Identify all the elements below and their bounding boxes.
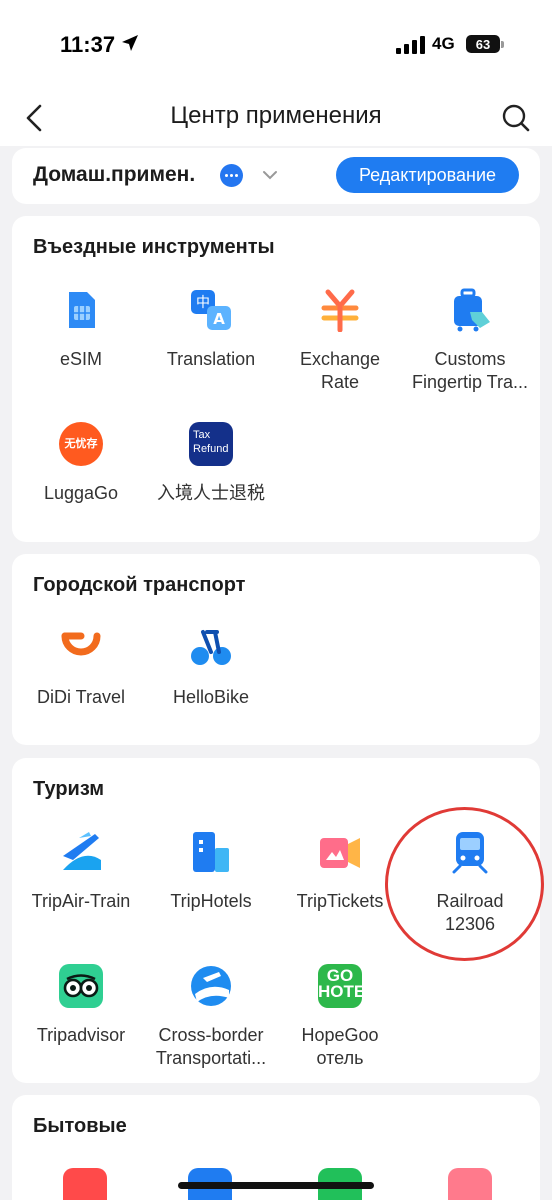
more-dots-icon[interactable] (220, 164, 243, 187)
app-label: Tripadvisor (36, 1025, 126, 1045)
tax-refund-icon: Tax Refund (189, 422, 233, 466)
section-entry-tools: Въездные инструменты eSIM 中A Translation… (12, 216, 540, 542)
section-city-transport: Городской транспорт DiDi Travel HelloBik… (12, 554, 540, 745)
app-label: Customs Fingertip Tra... (411, 349, 529, 392)
hotel-building-icon (189, 830, 233, 874)
signal-icon (396, 36, 425, 54)
section-title: Туризм (33, 778, 105, 800)
customs-luggage-icon (448, 288, 492, 332)
app-label: DiDi Travel (36, 687, 125, 707)
esim-icon (59, 288, 103, 332)
app-customs[interactable]: Customs Fingertip Tra... (405, 288, 535, 394)
app-translation[interactable]: 中A Translation (146, 288, 276, 371)
home-indicator (178, 1182, 374, 1189)
app-tripadvisor[interactable]: Tripadvisor (16, 964, 146, 1047)
search-icon[interactable] (500, 102, 532, 134)
section-title: Въездные инструменты (33, 236, 275, 258)
network-type: 4G (432, 34, 455, 53)
tax-refund-icon-text: Tax Refund (193, 429, 229, 455)
section-title: Бытовые (33, 1115, 127, 1137)
tripadvisor-icon (59, 964, 103, 1008)
ticket-icon (318, 830, 362, 874)
hopegoo-icon: GO HOTEL (318, 964, 376, 1008)
status-time: 11:37 (60, 32, 116, 57)
app-label: TripAir-Train (31, 891, 131, 911)
app-tax-refund[interactable]: Tax Refund 入境人士退税 (146, 422, 276, 505)
app-label: HelloBike (172, 687, 250, 707)
app-tripair-train[interactable]: TripAir-Train (16, 830, 146, 913)
app-cross-border[interactable]: Cross-border Transportati... (146, 964, 276, 1070)
app-label: Cross-border Transportati... (155, 1025, 267, 1068)
edit-button[interactable]: Редактирование (336, 157, 519, 193)
hopegoo-icon-text: GO HOTEL (318, 966, 376, 1001)
household-app-1-icon[interactable] (63, 1168, 107, 1200)
hellobike-icon (189, 626, 233, 670)
app-triphotels[interactable]: TripHotels (146, 830, 276, 913)
category-title[interactable]: Домаш.примен. (33, 163, 195, 187)
app-label: 入境人士退税 (157, 483, 265, 503)
chevron-down-icon[interactable] (262, 170, 278, 180)
app-hopegoo[interactable]: GO HOTEL HopeGoo отель (275, 964, 405, 1070)
battery-icon: 63 (466, 35, 500, 53)
luggago-icon: 无忧存 (59, 422, 103, 466)
household-app-4-icon[interactable] (448, 1168, 492, 1200)
cross-border-icon (189, 964, 233, 1008)
location-arrow-icon (122, 35, 138, 51)
didi-icon (59, 626, 103, 670)
section-title: Городской транспорт (33, 574, 246, 596)
battery-cap (501, 41, 504, 48)
nav-bar: Центр применения (0, 90, 552, 146)
app-exchange-rate[interactable]: Exchange Rate (275, 288, 405, 394)
app-didi[interactable]: DiDi Travel (16, 626, 146, 709)
app-label: eSIM (59, 349, 102, 369)
app-label: TripHotels (170, 891, 252, 911)
app-hellobike[interactable]: HelloBike (146, 626, 276, 709)
exchange-rate-icon (318, 288, 362, 333)
status-bar: 11:37 4G 63 (0, 0, 552, 90)
app-label: Exchange Rate (299, 349, 381, 392)
app-label: Translation (166, 349, 256, 369)
page-title: Центр применения (170, 102, 382, 129)
app-label: HopeGoo отель (301, 1025, 379, 1068)
plane-train-icon (59, 830, 103, 874)
section-tourism: Туризм TripAir-Train TripHotels TripTick… (12, 758, 544, 1083)
app-esim[interactable]: eSIM (16, 288, 146, 371)
app-label: LuggaGo (43, 483, 119, 503)
translation-icon: 中A (189, 288, 233, 332)
luggago-icon-text: 无忧存 (64, 438, 98, 450)
app-luggago[interactable]: 无忧存 LuggaGo (16, 422, 146, 505)
highlight-annotation-circle (385, 807, 544, 961)
svg-text:A: A (213, 310, 225, 328)
